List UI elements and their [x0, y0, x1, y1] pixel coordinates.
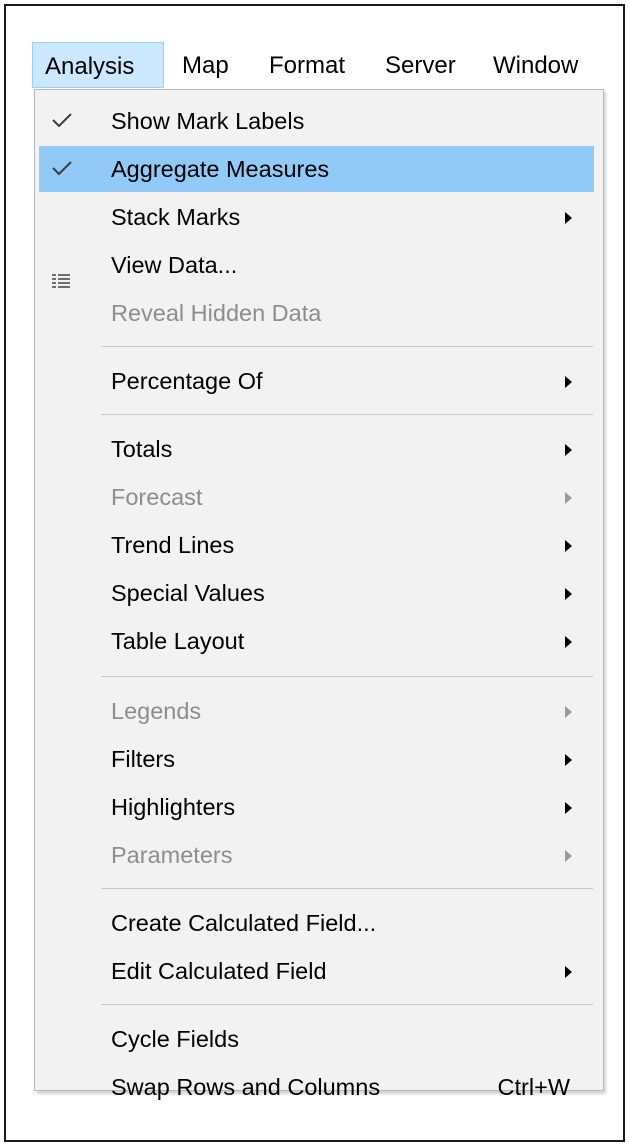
menu-item-label: Aggregate Measures: [111, 156, 330, 182]
submenu-arrow-icon: [565, 540, 572, 552]
menu-item-show-mark-labels[interactable]: Show Mark Labels: [39, 98, 594, 144]
submenu-arrow-icon: [565, 754, 572, 766]
menu-item-label: Edit Calculated Field: [111, 958, 327, 984]
menu-item-parameters: Parameters: [39, 832, 594, 878]
submenu-arrow-icon: [565, 588, 572, 600]
submenu-arrow-icon: [565, 706, 572, 718]
menu-item-stack-marks[interactable]: Stack Marks: [39, 194, 594, 240]
menu-item-create-calculated-field[interactable]: Create Calculated Field...: [39, 900, 594, 946]
menu-item-label: Special Values: [111, 580, 265, 606]
menu-item-forecast: Forecast: [39, 474, 594, 520]
menu-separator: [101, 888, 593, 889]
submenu-arrow-icon: [565, 444, 572, 456]
menu-item-label: Cycle Fields: [111, 1026, 239, 1052]
menu-item-trend-lines[interactable]: Trend Lines: [39, 522, 594, 568]
menu-item-table-layout[interactable]: Table Layout: [39, 618, 594, 664]
menu-item-label: Stack Marks: [111, 204, 241, 230]
menu-item-label: Create Calculated Field...: [111, 910, 377, 936]
check-icon: [51, 146, 77, 192]
menu-item-label: Percentage Of: [111, 368, 263, 394]
shortcut-label: Ctrl+W: [497, 1074, 570, 1100]
menu-item-highlighters[interactable]: Highlighters: [39, 784, 594, 830]
menu-bar: Analysis Map Format Server Window: [30, 42, 610, 90]
menu-item-reveal-hidden-data: Reveal Hidden Data: [39, 290, 594, 336]
submenu-arrow-icon: [565, 212, 572, 224]
menu-item-label: Reveal Hidden Data: [111, 300, 322, 326]
menu-format[interactable]: Format: [257, 42, 357, 88]
menu-analysis[interactable]: Analysis: [32, 42, 164, 88]
menu-item-label: Totals: [111, 436, 173, 462]
menu-item-label: Swap Rows and Columns: [111, 1074, 381, 1100]
menu-item-percentage-of[interactable]: Percentage Of: [39, 358, 594, 404]
menu-separator: [101, 1004, 593, 1005]
menu-item-legends: Legends: [39, 688, 594, 734]
check-icon: [51, 98, 77, 144]
menu-item-aggregate-measures[interactable]: Aggregate Measures: [39, 146, 594, 192]
submenu-arrow-icon: [565, 802, 572, 814]
menu-item-label: Show Mark Labels: [111, 108, 305, 134]
submenu-arrow-icon: [565, 376, 572, 388]
menu-item-totals[interactable]: Totals: [39, 426, 594, 472]
menu-map[interactable]: Map: [170, 42, 241, 88]
menu-server[interactable]: Server: [373, 42, 468, 88]
menu-item-label: Parameters: [111, 842, 233, 868]
submenu-arrow-icon: [565, 492, 572, 504]
menu-item-special-values[interactable]: Special Values: [39, 570, 594, 616]
submenu-arrow-icon: [565, 636, 572, 648]
analysis-dropdown-menu: Show Mark Labels Aggregate Measures Stac…: [34, 89, 604, 1100]
menu-item-cycle-fields[interactable]: Cycle Fields: [39, 1016, 594, 1062]
menu-item-label: Legends: [111, 698, 202, 724]
submenu-arrow-icon: [565, 966, 572, 978]
menu-item-label: Trend Lines: [111, 532, 235, 558]
submenu-arrow-icon: [565, 850, 572, 862]
menu-item-edit-calculated-field[interactable]: Edit Calculated Field: [39, 948, 594, 994]
menu-separator: [101, 414, 593, 415]
menu-item-label: View Data...: [111, 252, 238, 278]
menu-separator: [101, 346, 593, 347]
menu-item-label: Forecast: [111, 484, 203, 510]
menu-item-filters[interactable]: Filters: [39, 736, 594, 782]
menu-item-swap-rows-columns[interactable]: Swap Rows and Columns Ctrl+W: [39, 1064, 594, 1110]
menu-item-label: Table Layout: [111, 628, 245, 654]
menu-window[interactable]: Window: [481, 42, 590, 88]
menu-item-view-data[interactable]: View Data...: [39, 242, 594, 288]
menu-separator: [101, 676, 593, 677]
menu-item-label: Filters: [111, 746, 175, 772]
menu-item-label: Highlighters: [111, 794, 236, 820]
